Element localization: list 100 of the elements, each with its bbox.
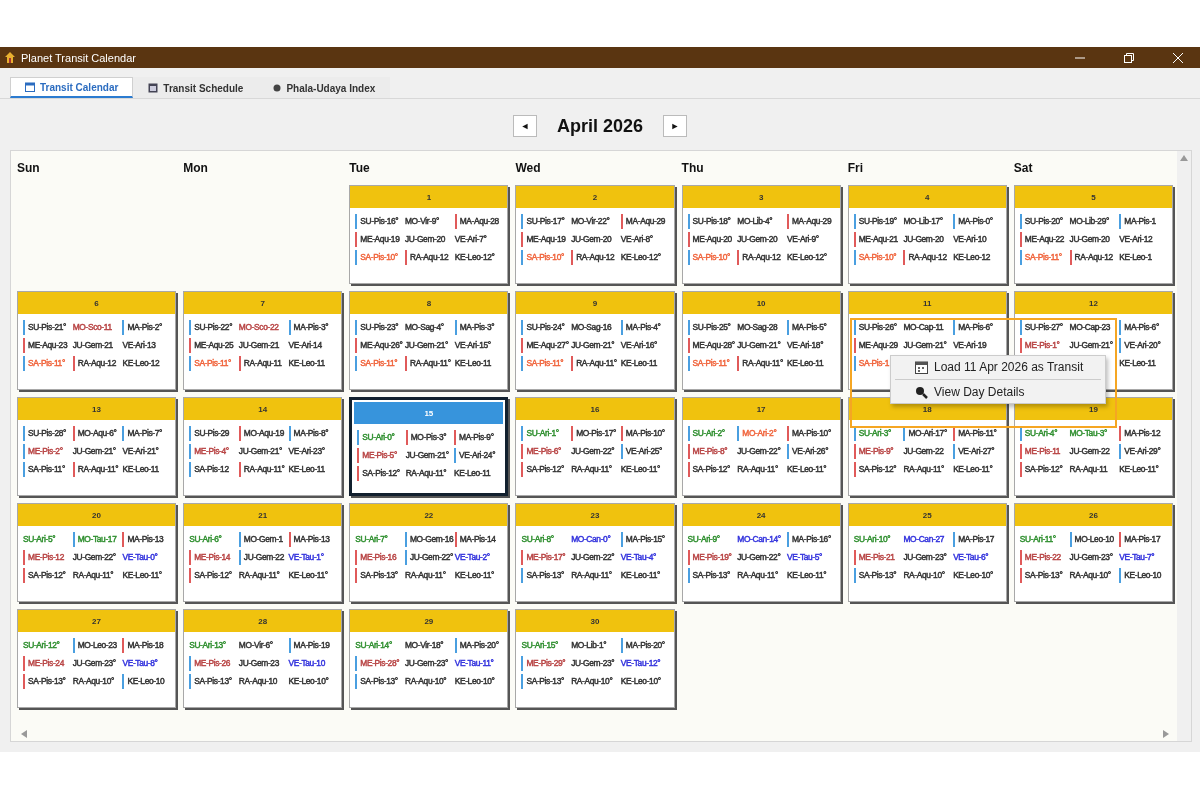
day-card[interactable]: 29 SU-Ari-14° MO-Vir-18° MA-Pis-20° ME-Pis-28° JU-Gem-23° VE-Tau-11° SA-Pis-13° RA-Aqu-10° KE-Leo-10° <box>349 609 509 708</box>
transit-entry: ME-Pis-19° <box>692 551 732 563</box>
day-card[interactable]: 22 SU-Ari-7° MO-Gem-16 MA-Pis-14 ME-Pis-16 JU-Gem-22° VE-Tau-2° SA-Pis-13° RA-Aqu-11° KE-Leo-11° <box>349 503 509 602</box>
transit-entry: RA-Aqu-12 <box>742 251 781 263</box>
transit-entry: KE-Leo-11 <box>620 357 658 369</box>
transit-entry: SA-Pis-12° <box>1024 463 1063 475</box>
window-title: Planet Transit Calendar <box>21 51 137 64</box>
previous-month-button[interactable]: ◄ <box>512 115 537 137</box>
calendar-icon <box>25 82 35 92</box>
day-card[interactable]: 9 SU-Pis-24° MO-Sag-16 MA-Pis-4° ME-Aqu-27° JU-Gem-21° VE-Ari-16° SA-Pis-11° RA-Aqu-11° KE-Leo-11 <box>515 291 675 390</box>
transit-entry: MO-Pis-3° <box>410 431 447 443</box>
transit-entry: MA-Pis-3° <box>293 321 329 333</box>
transit-entry: JU-Gem-21° <box>238 445 282 457</box>
transit-entry: ME-Pis-5° <box>362 449 397 461</box>
day-card[interactable]: 3 SU-Pis-18° MO-Lib-4° MA-Aqu-29 ME-Aqu-20 JU-Gem-20 VE-Ari-9° SA-Pis-10° RA-Aqu-12 KE-Leo-12° <box>681 185 841 284</box>
transit-entry: MO-Vir-6° <box>238 639 273 651</box>
transit-entry: RA-Aqu-11 <box>1069 463 1108 475</box>
transit-entry: MO-Cap-23 <box>1069 321 1111 333</box>
transit-entry: VE-Ari-19 <box>953 339 987 351</box>
day-card[interactable]: 23 SU-Ari-8° MO-Can-0° MA-Pis-15° ME-Pis-17° JU-Gem-22° VE-Tau-4° SA-Pis-13° RA-Aqu-11° KE-Leo-11° <box>515 503 675 602</box>
transit-entry: JU-Gem-22° <box>737 445 781 457</box>
dot-icon <box>273 84 282 92</box>
transit-entry: MA-Pis-6° <box>958 321 993 333</box>
transit-entry: SU-Pis-27° <box>1024 321 1063 333</box>
transit-entry: SA-Pis-10° <box>360 251 398 263</box>
transit-entry: MA-Pis-4° <box>625 321 661 333</box>
day-card[interactable]: 4 SU-Pis-19° MO-Lib-17° MA-Pis-0° ME-Aqu-21 JU-Gem-20 VE-Ari-10 SA-Pis-10° RA-Aqu-12 KE-Leo-12 <box>847 185 1007 284</box>
transit-entry: MA-Pis-14 <box>459 533 496 545</box>
transit-entry: MO-Lib-4° <box>737 215 773 227</box>
day-card[interactable]: 13 SU-Pis-28° MO-Aqu-6° MA-Pis-7° ME-Pis-2° JU-Gem-21° VE-Ari-21° SA-Pis-11° RA-Aqu-11° KE-Leo-11 <box>17 397 177 496</box>
transit-entry: SA-Pis-11° <box>692 357 730 369</box>
transit-entry: MA-Pis-8° <box>293 427 329 439</box>
transit-entry: KE-Leo-11 <box>122 463 159 475</box>
transit-entry: ME-Pis-14 <box>194 551 231 563</box>
transit-entry: MO-Can-27 <box>903 533 944 545</box>
transit-entry: JU-Gem-23° <box>1069 551 1113 563</box>
transit-entry: MO-Lib-1° <box>571 639 607 651</box>
day-number: 14 <box>184 398 342 420</box>
day-card[interactable]: 10 SU-Pis-25° MO-Sag-28 MA-Pis-5° ME-Aqu-28° JU-Gem-21° VE-Ari-18° SA-Pis-11° RA-Aqu-11° KE-Leo-11 <box>681 291 841 390</box>
transit-entry: RA-Aqu-11° <box>405 467 447 479</box>
day-card[interactable]: 27 SU-Ari-12° MO-Leo-23 MA-Pis-18 ME-Pis-24 JU-Gem-23° VE-Tau-8° SA-Pis-13° RA-Aqu-10° KE-Leo-10 <box>17 609 177 708</box>
day-card[interactable]: 21 SU-Ari-6° MO-Gem-1 MA-Pis-13 ME-Pis-14 JU-Gem-22 VE-Tau-1° SA-Pis-12° RA-Aqu-11° KE-Leo-11° <box>183 503 343 602</box>
tab[interactable]: Transit Calendar <box>10 77 134 98</box>
day-card[interactable]: 20 SU-Ari-5° MO-Tau-17 MA-Pis-13 ME-Pis-12 JU-Gem-22° VE-Tau-0° SA-Pis-12° RA-Aqu-11° KE-Leo-11° <box>17 503 177 602</box>
transit-entry: MO-Sag-4° <box>405 321 444 333</box>
day-card[interactable]: 8 SU-Pis-23° MO-Sag-4° MA-Pis-3° ME-Aqu-26° JU-Gem-21° VE-Ari-15° SA-Pis-11° RA-Aqu-11° KE-Leo-11 <box>349 291 509 390</box>
day-card[interactable]: 6 SU-Pis-21° MO-Sco-11 MA-Pis-2° ME-Aqu-23 JU-Gem-21 VE-Ari-13 SA-Pis-11° RA-Aqu-12 KE-Leo-12 <box>17 291 177 390</box>
transit-entry: JU-Gem-20 <box>571 233 612 245</box>
transit-entry: ME-Aqu-20 <box>692 233 732 245</box>
transit-entry: RA-Aqu-12 <box>77 357 116 369</box>
day-card[interactable]: 1 SU-Pis-16° MO-Vir-9° MA-Aqu-28 ME-Aqu-19 JU-Gem-20 VE-Ari-7° SA-Pis-10° RA-Aqu-12 KE-Leo-12° <box>349 185 509 284</box>
weekday-header: Sat <box>1013 161 1034 175</box>
transit-entry: ME-Pis-2° <box>28 445 63 457</box>
scroll-right-icon[interactable] <box>1163 730 1169 738</box>
transit-entry: SU-Pis-23° <box>360 321 399 333</box>
transit-entry: VE-Tau-2° <box>454 551 490 563</box>
day-card[interactable]: 16 SU-Ari-1° MO-Pis-17° MA-Pis-10° ME-Pis-6° JU-Gem-22° VE-Ari-25° SA-Pis-12° RA-Aqu-11° KE-Leo-11° <box>515 397 675 496</box>
transit-entry: MO-Pis-17° <box>576 427 616 439</box>
transit-entry: MO-Sco-22 <box>238 321 279 333</box>
tab[interactable]: Transit Schedule <box>133 77 259 98</box>
day-number: 4 <box>848 186 1006 208</box>
transit-entry: MA-Pis-10° <box>792 427 831 439</box>
day-card[interactable]: 26 SU-Ari-11° MO-Leo-10 MA-Pis-17 ME-Pis-22 JU-Gem-23° VE-Tau-7° SA-Pis-13° RA-Aqu-10° KE-Leo-10 <box>1013 503 1173 602</box>
transit-entry: VE-Ari-15° <box>454 339 491 351</box>
transit-entry: ME-Pis-26 <box>194 657 231 669</box>
transit-entry: SA-Pis-12 <box>194 463 229 475</box>
day-card[interactable]: 5 SU-Pis-20° MO-Lib-29° MA-Pis-1 ME-Aqu-22 JU-Gem-20 VE-Ari-12 SA-Pis-11° RA-Aqu-12 KE-Leo-1 <box>1013 185 1173 284</box>
transit-entry: SU-Ari-1° <box>526 427 559 439</box>
transit-entry: JU-Gem-23° <box>72 657 116 669</box>
transit-entry: SA-Pis-11° <box>28 357 65 369</box>
transit-entry: MA-Pis-3° <box>459 321 495 333</box>
transit-entry: VE-Ari-14 <box>288 339 322 351</box>
day-number: 21 <box>184 504 342 526</box>
transit-entry: MA-Pis-17 <box>958 533 995 545</box>
transit-entry: VE-Tau-1° <box>288 551 324 563</box>
day-card[interactable]: 19 SU-Ari-4° MO-Tau-3° MA-Pis-12 ME-Pis-11 JU-Gem-22 VE-Ari-29° SA-Pis-12° RA-Aqu-11 KE-Leo-11° <box>1013 397 1173 496</box>
day-card[interactable]: 30 SU-Ari-15° MO-Lib-1° MA-Pis-20° ME-Pis-29° JU-Gem-23° VE-Tau-12° SA-Pis-13° RA-Aqu-10° KE-Leo-10° <box>515 609 675 708</box>
transit-entry: MO-Lib-29° <box>1069 215 1109 227</box>
transit-entry: KE-Leo-12° <box>787 251 827 263</box>
scroll-left-icon[interactable] <box>21 730 27 738</box>
day-card[interactable]: 28 SU-Ari-13° MO-Vir-6° MA-Pis-19 ME-Pis-26 JU-Gem-23 VE-Tau-10 SA-Pis-13° RA-Aqu-10 KE-Leo-10° <box>183 609 343 708</box>
scroll-up-icon[interactable] <box>1180 155 1188 161</box>
transit-entry: JU-Gem-21° <box>405 449 449 461</box>
transit-entry: SU-Pis-28° <box>28 427 66 439</box>
transit-entry: SA-Pis-13° <box>526 675 564 687</box>
tab[interactable]: Phala-Udaya Index <box>258 77 391 98</box>
transit-entry: JU-Gem-22° <box>72 551 116 563</box>
day-card[interactable]: 14 SU-Pis-29 MO-Aqu-19 MA-Pis-8° ME-Pis-4° JU-Gem-21° VE-Ari-23° SA-Pis-12 RA-Aqu-11° KE-Leo-11 <box>183 397 343 496</box>
transit-entry: MA-Pis-7° <box>127 427 163 439</box>
transit-entry: JU-Gem-22° <box>410 551 454 563</box>
day-card[interactable]: 15 SU-Ari-0° MO-Pis-3° MA-Pis-9° ME-Pis-5° JU-Gem-21° VE-Ari-24° SA-Pis-12° RA-Aqu-11° KE-Leo-11 <box>349 397 509 496</box>
transit-entry: MO-Sag-28 <box>737 321 778 333</box>
day-card[interactable]: 24 SU-Ari-9° MO-Can-14° MA-Pis-16° ME-Pis-19° JU-Gem-22° VE-Tau-5° SA-Pis-13° RA-Aqu-11° KE-Leo-11° <box>681 503 841 602</box>
next-month-button[interactable]: ► <box>663 115 687 137</box>
transit-entry: JU-Gem-23° <box>903 551 947 563</box>
day-card[interactable]: 17 SU-Ari-2° MO-Ari-2° MA-Pis-10° ME-Pis-8° JU-Gem-22° VE-Ari-26° SA-Pis-12° RA-Aqu-11° KE-Leo-11° <box>681 397 841 496</box>
day-card[interactable]: 2 SU-Pis-17° MO-Vir-22° MA-Aqu-29 ME-Aqu-19 JU-Gem-20 VE-Ari-8° SA-Pis-10° RA-Aqu-12 KE-Leo-12° <box>515 185 675 284</box>
day-card[interactable]: 7 SU-Pis-22° MO-Sco-22 MA-Pis-3° ME-Aqu-25 JU-Gem-21 VE-Ari-14 SA-Pis-11° RA-Aqu-11 KE-Leo-11 <box>183 291 343 390</box>
day-card[interactable]: 25 SU-Ari-10° MO-Can-27 MA-Pis-17 ME-Pis-21 JU-Gem-23° VE-Tau-6° SA-Pis-13° RA-Aqu-10° KE-Leo-10° <box>847 503 1007 602</box>
transit-entry: SA-Pis-10° <box>692 251 731 263</box>
